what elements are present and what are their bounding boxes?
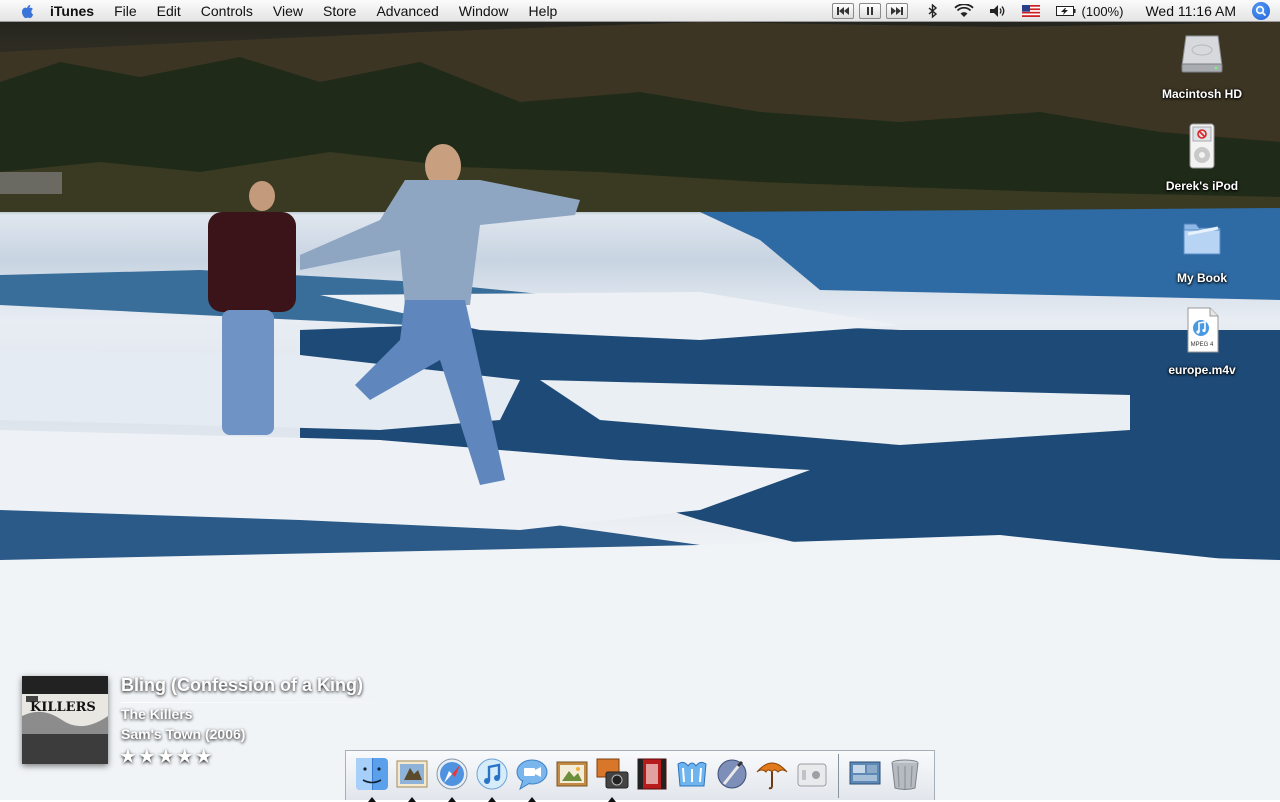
volume-icon bbox=[989, 5, 1004, 17]
apple-tv-icon bbox=[797, 763, 827, 786]
pause-icon bbox=[866, 7, 873, 15]
running-indicator bbox=[528, 796, 536, 802]
menu-help[interactable]: Help bbox=[519, 0, 568, 22]
us-flag-icon bbox=[1021, 5, 1040, 17]
menu-extras: (100%) Wed 11:16 AM bbox=[831, 0, 1280, 22]
menu-edit[interactable]: Edit bbox=[147, 0, 191, 22]
running-indicator bbox=[368, 796, 376, 802]
next-track-button[interactable] bbox=[885, 3, 908, 19]
dock-mail[interactable] bbox=[394, 756, 430, 802]
menu-store[interactable]: Store bbox=[313, 0, 366, 22]
app-menu-itunes[interactable]: iTunes bbox=[44, 0, 104, 22]
running-indicator bbox=[448, 796, 456, 802]
airport-menu[interactable] bbox=[953, 4, 974, 18]
running-indicator bbox=[488, 796, 496, 802]
volume-menu[interactable] bbox=[989, 4, 1006, 18]
ichat-icon bbox=[516, 759, 548, 790]
desktop-icon-macintosh-hd[interactable]: Macintosh HD bbox=[1147, 30, 1257, 101]
script-editor-icon bbox=[717, 759, 747, 788]
dock-umbrella[interactable] bbox=[754, 756, 790, 796]
imovie-icon bbox=[637, 758, 667, 789]
dock-iweb[interactable] bbox=[674, 756, 710, 796]
mail-icon bbox=[396, 760, 428, 787]
pause-button[interactable] bbox=[858, 3, 881, 19]
menu-file[interactable]: File bbox=[104, 0, 147, 22]
menu-bar: iTunes File Edit Controls View Store Adv… bbox=[0, 0, 1280, 22]
battery-percentage: (100%) bbox=[1081, 3, 1124, 19]
now-playing-album: Sam's Town (2006) bbox=[121, 726, 246, 742]
menu-advanced[interactable]: Advanced bbox=[366, 0, 448, 22]
album-art-text: KILLERS bbox=[30, 700, 96, 715]
previous-icon bbox=[836, 7, 849, 15]
spotlight-search-icon bbox=[1255, 5, 1267, 17]
input-menu[interactable] bbox=[1021, 5, 1040, 17]
desktop-picture-icon bbox=[849, 761, 881, 784]
running-indicator bbox=[608, 796, 616, 802]
dock-finder[interactable] bbox=[354, 756, 390, 802]
dock-separator bbox=[838, 753, 839, 798]
apple-menu-icon[interactable] bbox=[18, 2, 36, 20]
desktop-icon-europe-m4v[interactable]: MPEG 4 europe.m4v bbox=[1147, 306, 1257, 377]
now-playing-title: Bling (Confession of a King) bbox=[121, 675, 363, 695]
desktop-icon-label: Derek's iPod bbox=[1165, 179, 1239, 193]
image-capture-icon bbox=[596, 758, 629, 788]
now-playing-divider bbox=[121, 702, 421, 703]
umbrella-icon bbox=[756, 762, 788, 789]
dock-itunes[interactable] bbox=[474, 756, 510, 802]
dock-apple-tv[interactable] bbox=[794, 756, 830, 796]
file-type-badge: MPEG 4 bbox=[1190, 342, 1214, 348]
finder-icon bbox=[356, 757, 388, 790]
wifi-icon bbox=[953, 4, 974, 17]
dock bbox=[345, 750, 935, 802]
menu-controls[interactable]: Controls bbox=[191, 0, 263, 22]
album-artwork: KILLERS bbox=[22, 676, 108, 764]
menu-clock[interactable]: Wed 11:16 AM bbox=[1145, 3, 1236, 19]
itunes-icon bbox=[476, 758, 508, 789]
safari-icon bbox=[436, 758, 468, 789]
menu-window[interactable]: Window bbox=[449, 0, 519, 22]
hard-drive-icon bbox=[1181, 35, 1223, 73]
bluetooth-menu[interactable] bbox=[928, 3, 938, 19]
bluetooth-icon bbox=[928, 3, 937, 19]
dock-script-editor[interactable] bbox=[714, 756, 750, 796]
trash-icon bbox=[891, 759, 919, 790]
folder-icon bbox=[1183, 223, 1221, 255]
iweb-icon bbox=[677, 761, 707, 786]
ipod-icon bbox=[1189, 123, 1215, 169]
menu-view[interactable]: View bbox=[263, 0, 313, 22]
running-indicator bbox=[408, 796, 416, 802]
dock-iphoto[interactable] bbox=[554, 756, 590, 796]
now-playing-rating: ★★★★★ bbox=[119, 746, 214, 768]
dock-ichat[interactable] bbox=[514, 756, 550, 802]
desktop-icon-label: My Book bbox=[1176, 271, 1227, 285]
spotlight-button[interactable] bbox=[1252, 2, 1270, 20]
dock-trash[interactable] bbox=[887, 756, 923, 796]
dock-desktop-picture[interactable] bbox=[847, 756, 883, 796]
battery-icon bbox=[1055, 6, 1076, 16]
desktop-icon-my-book[interactable]: My Book bbox=[1147, 214, 1257, 285]
iphoto-icon bbox=[556, 761, 588, 786]
dock-imovie[interactable] bbox=[634, 756, 670, 796]
next-icon bbox=[890, 7, 903, 15]
desktop-icon-label: europe.m4v bbox=[1168, 363, 1236, 377]
dock-image-capture[interactable] bbox=[594, 756, 630, 802]
desktop-icon-label: Macintosh HD bbox=[1161, 87, 1242, 101]
now-playing-artist: The Killers bbox=[121, 706, 193, 722]
dock-safari[interactable] bbox=[434, 756, 470, 802]
previous-track-button[interactable] bbox=[831, 3, 854, 19]
album-cover-image bbox=[22, 676, 108, 764]
desktop-icon-ipod[interactable]: Derek's iPod bbox=[1147, 122, 1257, 193]
battery-menu[interactable] bbox=[1055, 5, 1076, 17]
